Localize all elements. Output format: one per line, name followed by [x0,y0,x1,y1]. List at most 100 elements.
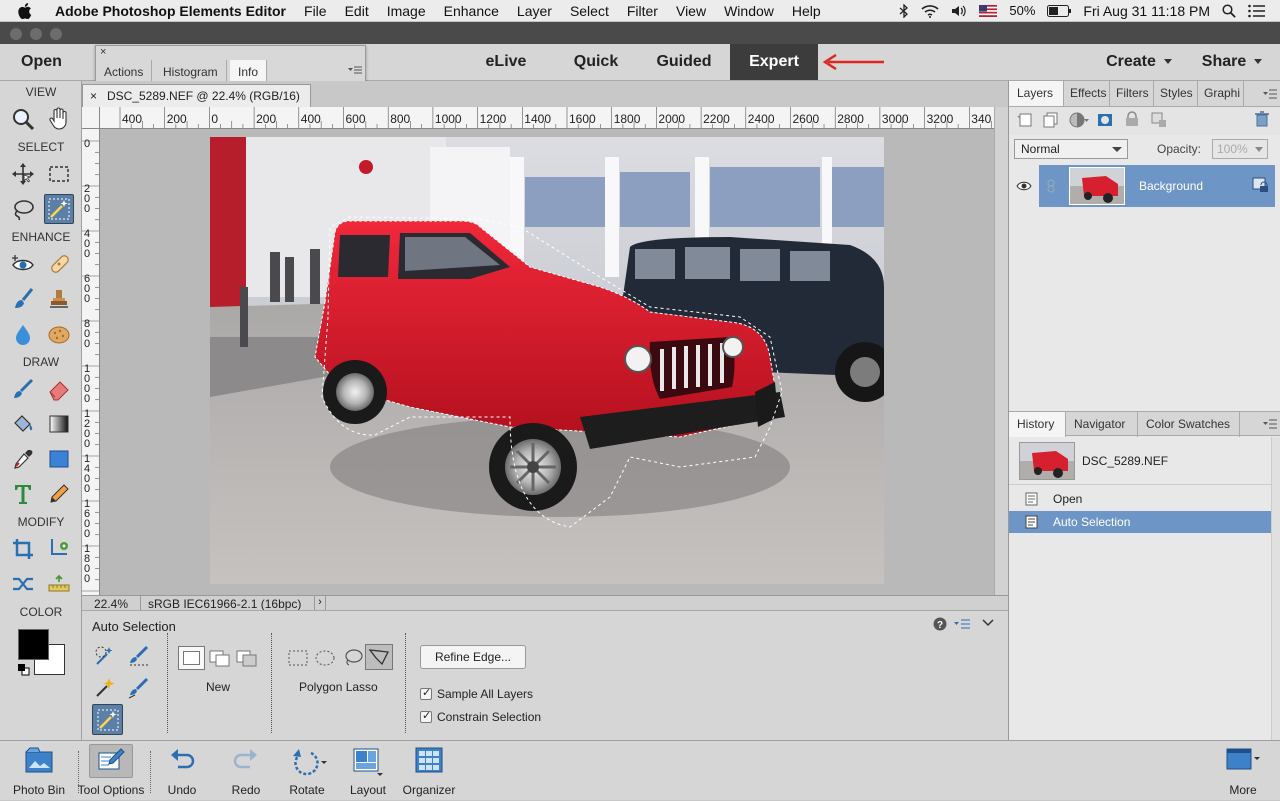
ellipse-shape-option[interactable] [315,649,335,667]
redo-button[interactable]: Redo [224,741,268,801]
layout-button[interactable]: Layout [346,741,390,801]
lasso-tool[interactable] [8,194,38,224]
blur-tool[interactable] [8,319,38,349]
layer-lock-icon[interactable] [1252,176,1268,192]
layers-panel-menu-icon[interactable] [1263,89,1277,99]
notification-center-icon[interactable] [1248,4,1266,18]
magic-wand-tool-option[interactable] [90,673,120,703]
mode-guided[interactable]: Guided [648,44,720,80]
menu-filter[interactable]: Filter [618,3,667,19]
panel-menu-icon[interactable] [348,65,362,75]
eyedropper-tool[interactable] [8,444,38,474]
panel-close-icon[interactable]: × [100,46,106,58]
wifi-icon[interactable] [921,4,939,18]
rectangle-shape-option[interactable] [288,649,308,667]
lock-all-icon[interactable] [1125,111,1139,127]
document-tab[interactable]: × DSC_5289.NEF @ 22.4% (RGB/16) [82,84,311,107]
zoom-tool[interactable] [8,104,38,134]
layer-mask-icon[interactable] [1097,112,1113,128]
default-colors-icon[interactable] [18,664,30,676]
content-aware-move-tool[interactable] [8,569,38,599]
ruler-horizontal[interactable]: 400 200 0 200 400 600 800 1000 1200 1400 1600 1800 2… [100,107,994,129]
selection-mode-new-button[interactable] [178,646,205,670]
history-scrollbar[interactable] [1271,437,1280,740]
layer-visibility-eye-icon[interactable] [1016,180,1032,192]
straighten-tool[interactable] [44,569,74,599]
canvas-vertical-scrollbar[interactable] [994,107,1008,595]
bluetooth-icon[interactable] [899,3,909,18]
pencil-tool[interactable] [44,479,74,509]
menu-layer[interactable]: Layer [508,3,561,19]
opacity-field[interactable]: 100% [1212,139,1268,159]
undo-button[interactable]: Undo [160,741,204,801]
constrain-selection-checkbox[interactable]: Constrain Selection [420,709,541,724]
status-menu-chevron-icon[interactable]: › [314,596,326,610]
collapse-chevron-icon[interactable] [982,618,994,628]
options-menu-icon[interactable] [954,619,970,629]
blend-mode-select[interactable]: Normal [1014,139,1128,159]
menu-file[interactable]: File [295,3,336,19]
window-minimize-button[interactable] [30,28,42,40]
menubar-clock[interactable]: Fri Aug 31 11:18 PM [1083,3,1210,19]
organizer-button[interactable]: Organizer [400,741,458,801]
foreground-color-swatch[interactable] [18,629,49,660]
rotate-button[interactable]: Rotate [284,741,330,801]
volume-icon[interactable] [951,4,967,18]
clone-stamp-tool[interactable] [44,284,74,314]
document-canvas[interactable] [100,129,994,595]
delete-layer-icon[interactable] [1255,111,1269,127]
menu-view[interactable]: View [667,3,715,19]
photo-image[interactable] [210,137,884,584]
window-zoom-button[interactable] [50,28,62,40]
history-state-auto-selection[interactable]: Auto Selection [1009,511,1271,533]
sponge-tool[interactable] [44,319,74,349]
battery-icon[interactable] [1047,4,1072,17]
auto-selection-tool[interactable] [44,194,74,224]
mode-expert[interactable]: Expert [730,44,818,80]
info-panel-floating[interactable]: × Actions Histogram Info [95,45,366,84]
refine-edge-button[interactable]: Refine Edge... [420,645,526,669]
move-tool[interactable] [8,159,38,189]
lasso-shape-option[interactable] [342,648,364,668]
marquee-tool[interactable] [44,159,74,189]
lock-transparent-icon[interactable] [1151,112,1167,128]
menu-enhance[interactable]: Enhance [435,3,508,19]
tab-history[interactable]: History [1009,412,1066,437]
history-state-open[interactable]: Open [1009,488,1271,510]
mode-elive[interactable]: eLive [470,44,542,80]
tab-layers[interactable]: Layers [1009,81,1064,106]
menu-select[interactable]: Select [561,3,618,19]
history-panel-menu-icon[interactable] [1263,419,1277,429]
help-icon[interactable]: ? [933,617,947,631]
tab-filters[interactable]: Filters [1110,81,1154,106]
gradient-tool[interactable] [44,409,74,439]
open-button[interactable]: Open [10,44,90,101]
tab-navigator[interactable]: Navigator [1066,412,1138,437]
create-menu-button[interactable]: Create [1098,44,1180,80]
tab-styles[interactable]: Styles [1154,81,1198,106]
ruler-vertical[interactable]: 020040060080010001200140016001800 [82,129,100,595]
more-button[interactable]: More [1218,741,1268,801]
polygon-lasso-shape-option[interactable] [365,644,393,670]
shape-tool[interactable] [44,444,74,474]
tab-color-swatches[interactable]: Color Swatches [1138,412,1240,437]
menu-window[interactable]: Window [715,3,783,19]
hand-tool[interactable] [44,104,74,134]
refine-selection-brush-option[interactable] [124,673,154,703]
selection-brush-tool-option[interactable] [124,641,154,671]
eraser-tool[interactable] [44,374,74,404]
ruler-corner[interactable] [82,107,100,129]
share-menu-button[interactable]: Share [1192,44,1272,80]
layer-link-icon[interactable] [1046,179,1056,193]
photo-bin-button[interactable]: Photo Bin [6,741,72,801]
recompose-tool[interactable] [44,534,74,564]
spot-healing-brush-tool[interactable] [44,249,74,279]
selection-mode-subtract-button[interactable] [234,646,261,670]
adjustment-layer-icon[interactable] [1069,112,1089,128]
tool-options-button[interactable]: Tool Options [74,741,148,801]
zoom-level[interactable]: 22.4% [94,597,128,611]
quick-selection-tool-option[interactable] [90,641,120,671]
auto-selection-tool-option[interactable] [92,704,123,735]
brush-tool[interactable] [8,374,38,404]
apple-icon[interactable] [0,2,46,19]
